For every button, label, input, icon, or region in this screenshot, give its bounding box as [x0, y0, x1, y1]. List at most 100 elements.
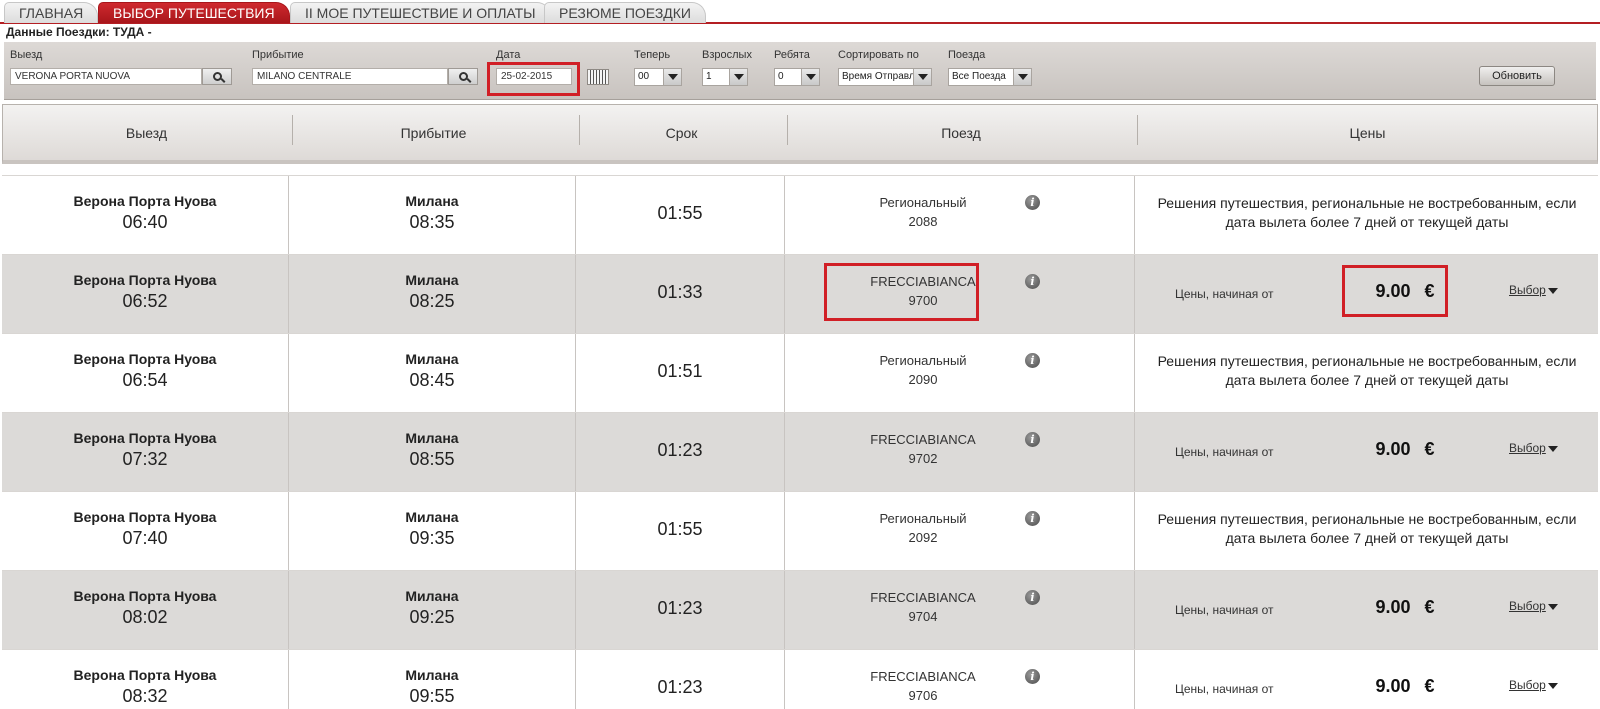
trip-duration: 01:23	[657, 440, 703, 460]
departure-station: Верона Порта Нуова	[73, 430, 217, 446]
trip-duration: 01:23	[657, 598, 703, 618]
departure-time: 07:32	[122, 449, 168, 469]
arrival-time: 09:55	[409, 686, 455, 706]
arrival-search-button[interactable]	[448, 68, 478, 85]
column-duration[interactable]: Срок	[577, 105, 786, 160]
chevron-down-icon	[913, 69, 931, 85]
calendar-icon[interactable]	[587, 69, 609, 85]
currency-symbol: €	[1424, 439, 1435, 459]
tab-travel-selection[interactable]: Выбор путешествия	[98, 2, 290, 23]
chevron-down-icon[interactable]	[1548, 288, 1558, 294]
departure-label: Выезд	[10, 49, 43, 61]
table-row[interactable]: Верона Порта Нуова 08:02 Милана 09:25 01:2…	[2, 570, 1598, 650]
train-highlight-box	[824, 263, 979, 321]
chevron-down-icon	[801, 69, 819, 85]
trains-select[interactable]: Все Поезда	[948, 68, 1032, 86]
price-from-label: Цены, начиная от	[1175, 287, 1274, 301]
info-icon[interactable]: i	[1025, 353, 1040, 368]
arrival-station: Милана	[405, 588, 459, 604]
results-column-header: Выезд Прибытие Срок Поезд Цены	[2, 104, 1598, 164]
departure-station: Верона Порта Нуова	[73, 193, 217, 209]
train-type: Региональный	[879, 353, 967, 368]
arrival-station: Милана	[405, 430, 459, 446]
departure-time: 07:40	[122, 528, 168, 548]
children-select[interactable]: 0	[774, 68, 820, 86]
select-fare-link[interactable]: Выбор	[1509, 678, 1546, 692]
price-unavailable-message: Решения путешествия, региональные не вос…	[1157, 353, 1577, 388]
price-amount: 9.00	[1375, 439, 1411, 459]
train-number: 9704	[908, 609, 938, 624]
departure-station: Верона Порта Нуова	[73, 509, 217, 525]
sort-select[interactable]: Время Отправл	[838, 68, 932, 86]
select-fare-link[interactable]: Выбор	[1509, 441, 1546, 455]
trip-duration: 01:55	[657, 203, 703, 223]
chevron-down-icon[interactable]	[1548, 604, 1558, 610]
info-icon[interactable]: i	[1025, 669, 1040, 684]
train-type: FRECCIABIANCA	[870, 590, 976, 605]
arrival-station: Милана	[405, 509, 459, 525]
info-icon[interactable]: i	[1025, 511, 1040, 526]
price-value: 9.00 €	[1350, 597, 1460, 618]
children-select-value: 0	[778, 71, 784, 82]
departure-time: 06:52	[122, 291, 168, 311]
info-icon[interactable]: i	[1025, 590, 1040, 605]
column-departure[interactable]: Выезд	[3, 105, 290, 160]
trip-duration: 01:23	[657, 677, 703, 697]
column-train[interactable]: Поезд	[786, 105, 1136, 160]
info-icon[interactable]: i	[1025, 195, 1040, 210]
price-value: 9.00 €	[1350, 676, 1460, 697]
info-icon[interactable]: i	[1025, 432, 1040, 447]
price-unavailable-message: Решения путешествия, региональные не вос…	[1157, 511, 1577, 546]
adults-select[interactable]: 1	[702, 68, 748, 86]
tab-my-trip-payment[interactable]: II Мое путешествие и оплаты	[290, 2, 551, 23]
arrival-time: 08:35	[409, 212, 455, 232]
chevron-down-icon[interactable]	[1548, 446, 1558, 452]
trip-direction-title: Данные Поездки: ТУДА -	[6, 25, 152, 39]
price-value: 9.00 €	[1350, 439, 1460, 460]
table-row[interactable]: Верона Порта Нуова 07:40 Милана 09:35 01:5…	[2, 491, 1598, 571]
departure-input[interactable]: VERONA PORTA NUOVA	[10, 68, 202, 85]
trip-duration: 01:33	[657, 282, 703, 302]
magnifier-icon	[458, 72, 468, 81]
chevron-down-icon	[729, 69, 747, 85]
arrival-time: 08:55	[409, 449, 455, 469]
select-fare-link[interactable]: Выбор	[1509, 283, 1546, 297]
train-number: 9706	[908, 688, 938, 703]
price-amount: 9.00	[1375, 597, 1411, 617]
table-row[interactable]: Верона Порта Нуова 06:54 Милана 08:45 01:5…	[2, 333, 1598, 413]
arrival-time: 09:35	[409, 528, 455, 548]
tab-home[interactable]: Главная	[4, 2, 99, 23]
train-type: FRECCIABIANCA	[870, 432, 976, 447]
chevron-down-icon	[1013, 69, 1031, 85]
trip-duration: 01:51	[657, 361, 703, 381]
tab-trip-summary[interactable]: Резюме поездки	[544, 2, 706, 23]
hour-select[interactable]: 00	[634, 68, 682, 86]
arrival-time: 08:25	[409, 291, 455, 311]
chevron-down-icon	[663, 69, 681, 85]
info-icon[interactable]: i	[1025, 274, 1040, 289]
table-row[interactable]: Верона Порта Нуова 06:40 Милана 08:35 01:5…	[2, 175, 1598, 255]
chevron-down-icon[interactable]	[1548, 683, 1558, 689]
magnifier-icon	[212, 72, 222, 81]
departure-station: Верона Порта Нуова	[73, 272, 217, 288]
currency-symbol: €	[1424, 676, 1435, 696]
column-prices[interactable]: Цены	[1136, 105, 1599, 160]
date-highlight-box	[487, 62, 580, 96]
trains-select-value: Все Поезда	[952, 71, 1006, 82]
select-fare-link[interactable]: Выбор	[1509, 599, 1546, 613]
table-row[interactable]: Верона Порта Нуова 07:32 Милана 08:55 01:2…	[2, 412, 1598, 492]
table-row[interactable]: Верона Порта Нуова 08:32 Милана 09:55 01:2…	[2, 649, 1598, 709]
refresh-button[interactable]: Обновить	[1479, 66, 1555, 86]
train-number: 2092	[908, 530, 938, 545]
price-amount: 9.00	[1375, 676, 1411, 696]
arrival-station: Милана	[405, 272, 459, 288]
adults-label: Взрослых	[702, 49, 752, 61]
column-arrival[interactable]: Прибытие	[290, 105, 577, 160]
arrival-station: Милана	[405, 351, 459, 367]
departure-search-button[interactable]	[202, 68, 232, 85]
price-highlight-box	[1342, 265, 1448, 317]
departure-station: Верона Порта Нуова	[73, 351, 217, 367]
tab-bar: Главная Выбор путешествия II Мое путешес…	[0, 0, 1600, 24]
arrival-station: Милана	[405, 667, 459, 683]
arrival-input[interactable]: MILANO CENTRALE	[252, 68, 448, 85]
